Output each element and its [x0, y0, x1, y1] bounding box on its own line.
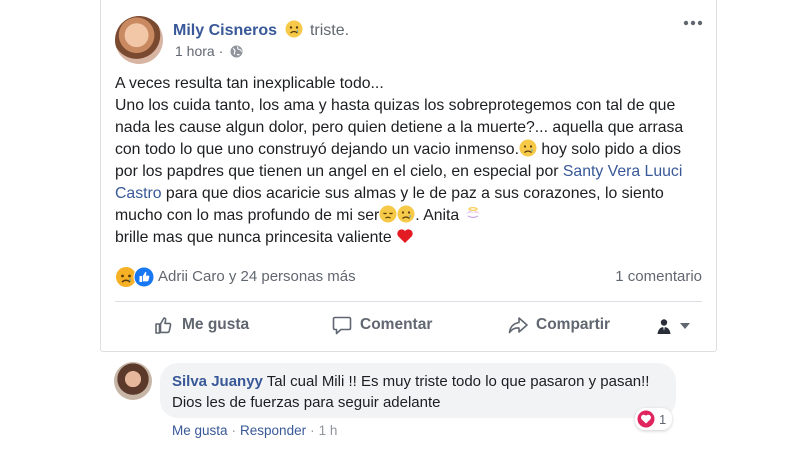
author-name[interactable]: Mily Cisneros [173, 22, 277, 39]
author-avatar[interactable] [115, 16, 163, 64]
angel-wings-icon [465, 207, 480, 219]
thumbs-up-icon [155, 317, 172, 334]
comment-reply-link[interactable]: Responder [240, 423, 306, 438]
profile-silhouette-icon [654, 316, 674, 336]
post-paragraph-1: A veces resulta tan inexplicable todo... [115, 75, 384, 92]
crying-face-icon [519, 139, 537, 157]
pensive-face-icon [379, 205, 397, 223]
share-button-label: Compartir [536, 316, 611, 333]
comment-like-link[interactable]: Me gusta [172, 423, 228, 438]
comment-button[interactable]: Comentar [331, 305, 432, 345]
like-reaction-icon [133, 266, 155, 288]
post-actions: Me gusta Comentar Compartir [115, 305, 702, 345]
post-time[interactable]: 1 hora [175, 43, 215, 59]
red-heart-icon [397, 229, 413, 243]
comments-count[interactable]: 1 comentario [615, 268, 702, 285]
crying-face-icon [397, 205, 415, 223]
comment-reaction-badge[interactable]: 1 [635, 408, 673, 430]
audience-selector[interactable] [654, 316, 694, 336]
post-text-segment: . Anita [415, 207, 464, 224]
love-reaction-icon [637, 410, 655, 428]
sad-face-icon [285, 20, 303, 38]
share-arrow-icon [508, 317, 528, 334]
post-header: Mily Cisneros triste. 1 hora · [115, 10, 704, 64]
post-paragraph-2: Uno los cuida tanto, los ama y hasta qui… [115, 95, 705, 249]
like-button-label: Me gusta [182, 316, 250, 333]
feeling-label: triste. [309, 22, 350, 39]
like-button[interactable]: Me gusta [153, 305, 249, 345]
comment-button-label: Comentar [360, 316, 433, 333]
separator: · [310, 423, 315, 438]
post-card: Mily Cisneros triste. 1 hora · A veces r… [100, 0, 717, 352]
globe-icon[interactable] [230, 45, 243, 58]
comment-section: Silva Juanyy Tal cual Mili !! Es muy tri… [100, 352, 717, 450]
author-line: Mily Cisneros triste. [173, 20, 349, 41]
divider [115, 301, 702, 302]
reactions-summary[interactable]: Adrii Caro y 24 personas más [158, 268, 356, 285]
more-options-icon[interactable] [682, 16, 704, 30]
post-meta: 1 hora · [175, 43, 243, 59]
reactions-bar: Adrii Caro y 24 personas más 1 comentari… [115, 266, 702, 288]
chevron-down-icon [680, 323, 690, 329]
comment-reaction-count: 1 [659, 411, 667, 427]
comment-time[interactable]: 1 h [319, 423, 338, 438]
comment-bubble: Silva Juanyy Tal cual Mili !! Es muy tri… [160, 363, 676, 418]
post-text-segment: brille mas que nunca princesita valiente [115, 229, 396, 246]
commenter-name[interactable]: Silva Juanyy [172, 373, 263, 390]
meta-separator: · [218, 43, 228, 59]
post-text: A veces resulta tan inexplicable todo...… [115, 73, 705, 249]
comment-actions: Me gusta · Responder · 1 h [172, 423, 337, 438]
share-button[interactable]: Compartir [507, 305, 610, 345]
commenter-avatar[interactable] [114, 362, 152, 400]
separator: · [231, 423, 237, 438]
comment-bubble-icon [332, 316, 352, 335]
